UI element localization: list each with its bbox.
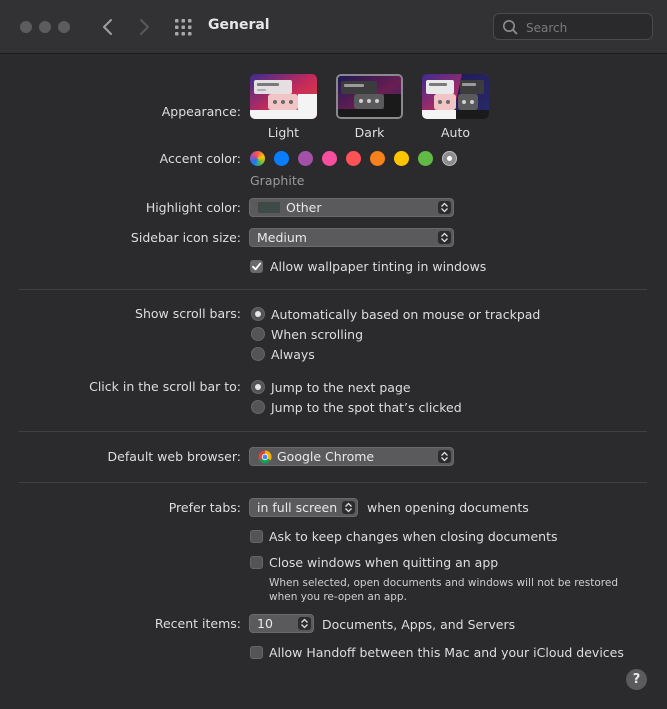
search-icon — [502, 19, 518, 39]
title-bar: General — [0, 0, 667, 54]
ask-keep-changes-label: Ask to keep changes when closing documen… — [269, 529, 558, 544]
checkmark-icon — [252, 262, 262, 271]
scroll-click-next-page-radio[interactable] — [251, 380, 265, 394]
prefer-tabs-value: in full screen — [257, 500, 338, 515]
prefer-tabs-label: Prefer tabs: — [168, 500, 241, 515]
chevron-right-icon — [140, 19, 149, 35]
forward-button[interactable] — [134, 16, 154, 38]
recent-items-suffix: Documents, Apps, and Servers — [322, 617, 516, 632]
updown-arrows-icon — [438, 201, 451, 214]
accent-red-swatch[interactable] — [346, 151, 361, 166]
handoff-checkbox[interactable] — [250, 646, 263, 659]
accent-graphite-swatch[interactable] — [442, 151, 457, 166]
scroll-bars-when-scrolling-label: When scrolling — [271, 327, 364, 342]
separator — [19, 289, 647, 290]
prefer-tabs-suffix: when opening documents — [367, 500, 529, 515]
default-browser-label: Default web browser: — [107, 449, 241, 464]
accent-selected-name: Graphite — [250, 173, 305, 188]
updown-arrows-icon — [298, 617, 311, 630]
auto-appearance-thumbnail — [422, 74, 489, 119]
close-window-button[interactable] — [20, 21, 32, 33]
appearance-label: Appearance: — [161, 104, 241, 119]
scroll-bars-when-scrolling-radio[interactable] — [251, 327, 265, 341]
updown-arrows-icon — [438, 231, 451, 244]
accent-green-swatch[interactable] — [418, 151, 433, 166]
show-scroll-bars-label: Show scroll bars: — [135, 306, 241, 321]
appearance-auto-label: Auto — [440, 125, 471, 140]
prefer-tabs-popup[interactable]: in full screen — [249, 498, 358, 517]
sidebar-icon-size-label: Sidebar icon size: — [130, 230, 241, 245]
updown-arrows-icon — [438, 450, 451, 463]
scroll-click-next-page-label: Jump to the next page — [271, 380, 411, 395]
appearance-auto-option[interactable] — [422, 74, 489, 119]
appearance-light-label: Light — [267, 125, 300, 140]
updown-arrows-icon — [342, 501, 355, 514]
highlight-value: Other — [286, 200, 322, 215]
help-button[interactable]: ? — [626, 669, 647, 690]
chrome-icon — [258, 450, 272, 467]
preferences-window: General Appearance: — [0, 0, 667, 709]
scroll-bars-always-label: Always — [271, 347, 315, 362]
window-title: General — [208, 17, 270, 33]
recent-items-value: 10 — [257, 616, 273, 631]
accent-blue-swatch[interactable] — [274, 151, 289, 166]
back-button[interactable] — [98, 16, 118, 38]
sidebar-icon-size-value: Medium — [257, 230, 307, 245]
close-windows-note-line2: when you re-open an app. — [269, 591, 407, 603]
recent-items-popup[interactable]: 10 — [249, 614, 314, 633]
default-browser-popup[interactable]: Google Chrome — [249, 447, 454, 466]
close-windows-note-line1: When selected, open documents and window… — [269, 577, 618, 589]
highlight-swatch — [258, 202, 280, 213]
chevron-left-icon — [103, 19, 112, 35]
accent-pink-swatch[interactable] — [322, 151, 337, 166]
scroll-bars-always-radio[interactable] — [251, 347, 265, 361]
close-windows-checkbox[interactable] — [250, 556, 263, 569]
accent-purple-swatch[interactable] — [298, 151, 313, 166]
dark-appearance-thumbnail — [338, 76, 401, 117]
appearance-dark-label: Dark — [354, 125, 385, 140]
default-browser-value: Google Chrome — [277, 449, 375, 464]
highlight-color-popup[interactable]: Other — [249, 198, 454, 217]
minimize-window-button[interactable] — [39, 21, 51, 33]
sidebar-icon-size-popup[interactable]: Medium — [249, 228, 454, 247]
separator — [19, 431, 647, 432]
ask-keep-changes-checkbox[interactable] — [250, 530, 263, 543]
appearance-dark-option[interactable] — [336, 74, 403, 119]
accent-orange-swatch[interactable] — [370, 151, 385, 166]
scroll-click-spot-radio[interactable] — [251, 400, 265, 414]
selected-indicator-icon — [447, 156, 452, 161]
accent-multicolor-swatch[interactable] — [250, 151, 265, 166]
scroll-bars-auto-label: Automatically based on mouse or trackpad — [271, 307, 541, 322]
close-windows-label: Close windows when quitting an app — [269, 555, 499, 570]
search-input[interactable] — [524, 17, 648, 38]
light-appearance-thumbnail — [250, 74, 317, 119]
wallpaper-tinting-checkbox[interactable] — [250, 260, 263, 273]
handoff-label: Allow Handoff between this Mac and your … — [269, 645, 624, 660]
click-scroll-bar-label: Click in the scroll bar to: — [89, 379, 241, 394]
separator — [19, 482, 647, 483]
appearance-light-option[interactable] — [250, 74, 317, 119]
accent-yellow-swatch[interactable] — [394, 151, 409, 166]
wallpaper-tinting-label: Allow wallpaper tinting in windows — [270, 259, 487, 274]
accent-color-label: Accent color: — [159, 151, 241, 166]
highlight-color-label: Highlight color: — [145, 200, 241, 215]
recent-items-label: Recent items: — [154, 616, 241, 631]
zoom-window-button[interactable] — [58, 21, 70, 33]
scroll-click-spot-label: Jump to the spot that’s clicked — [271, 400, 462, 415]
show-all-grid-icon[interactable] — [175, 19, 192, 36]
scroll-bars-auto-radio[interactable] — [251, 307, 265, 321]
search-field[interactable] — [493, 13, 653, 40]
